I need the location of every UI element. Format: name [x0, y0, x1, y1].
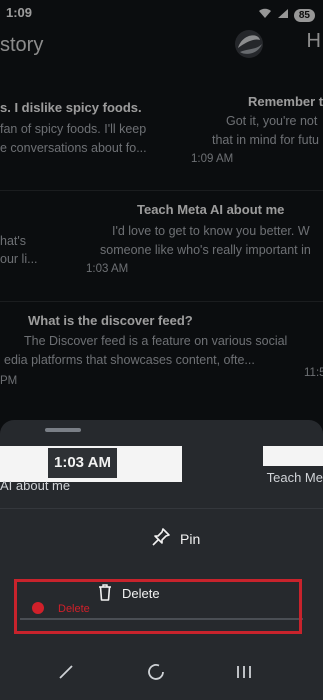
- pin-menu-item[interactable]: Pin: [150, 526, 200, 551]
- home-icon: [148, 664, 164, 680]
- home-button[interactable]: [138, 654, 174, 690]
- sheet-drag-handle[interactable]: [45, 428, 81, 432]
- message-preview-time: 1:03 AM: [48, 448, 117, 478]
- message-preview-label-right: Teach Me: [266, 470, 323, 485]
- divider: [0, 508, 323, 509]
- message-preview-label: AI about me: [0, 478, 71, 493]
- back-icon: [59, 665, 73, 679]
- recents-button[interactable]: [226, 654, 262, 690]
- pin-label: Pin: [180, 530, 201, 547]
- pin-icon: [150, 526, 172, 551]
- highlight-box: [14, 579, 302, 634]
- back-button[interactable]: [48, 654, 84, 690]
- message-preview-bubble-right: [263, 446, 323, 466]
- recents-icon: [237, 666, 251, 678]
- system-navigation-bar: [0, 644, 323, 700]
